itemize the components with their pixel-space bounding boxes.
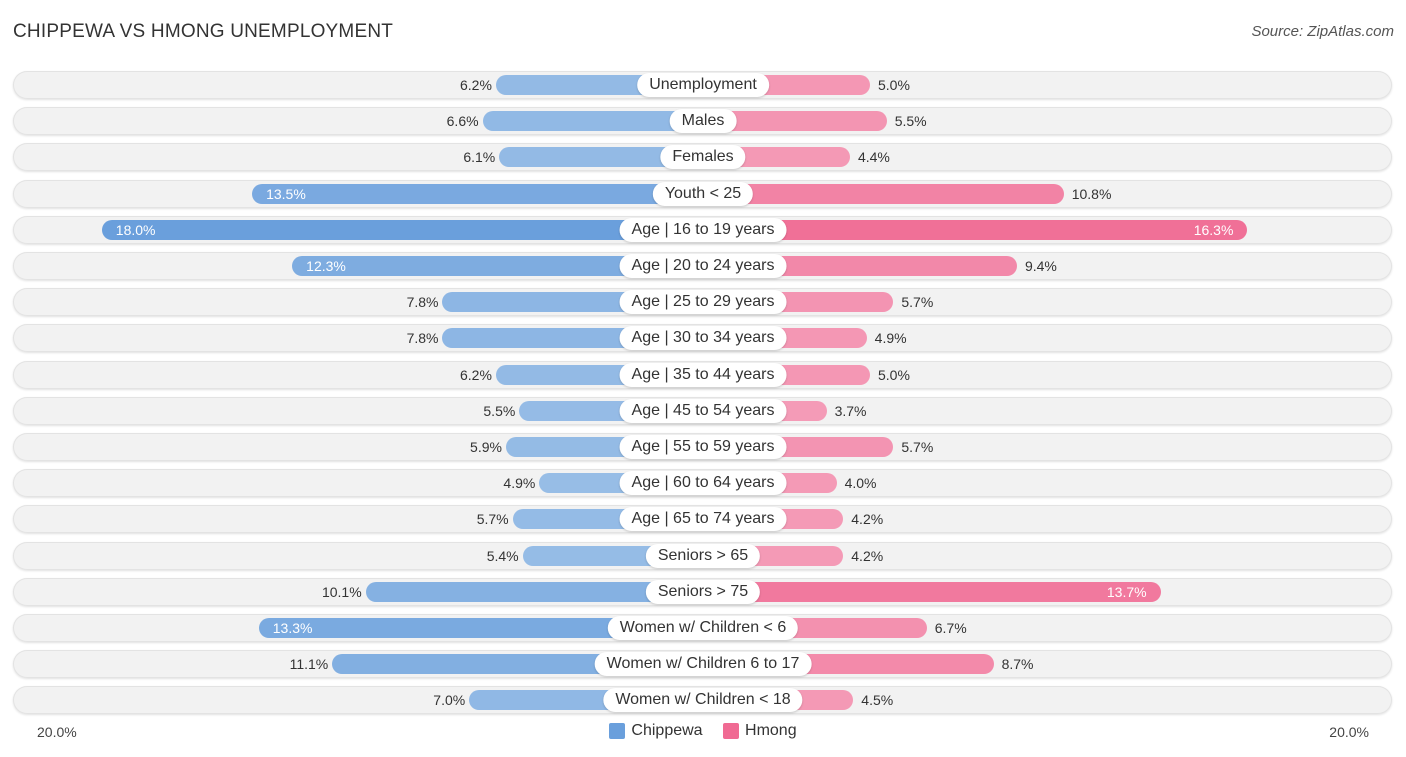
value-label-chippewa: 6.6% (446, 113, 479, 130)
category-label: Youth < 25 (652, 181, 754, 206)
value-label-chippewa: 5.9% (470, 439, 502, 455)
value-label-chippewa: 6.1% (463, 149, 496, 166)
bar-chippewa[interactable] (252, 183, 703, 204)
value-label-hmong: 16.3% (1193, 221, 1234, 238)
value-label-chippewa: 6.2% (460, 77, 492, 93)
value-label-chippewa: 5.7% (476, 511, 509, 528)
category-label: Females (660, 145, 746, 170)
bar-hmong[interactable] (703, 581, 1161, 602)
legend-label-hmong: Hmong (745, 722, 797, 739)
category-label: Age | 65 to 74 years (619, 507, 787, 532)
value-label-chippewa: 12.3% (306, 258, 346, 274)
value-label-hmong: 4.4% (857, 149, 890, 166)
value-label-hmong: 5.5% (894, 113, 927, 130)
value-label-chippewa: 5.5% (483, 402, 516, 419)
value-label-hmong: 9.4% (1024, 258, 1057, 274)
value-label-hmong: 5.7% (901, 439, 934, 455)
category-label: Women w/ Children < 18 (603, 688, 803, 713)
value-label-hmong: 10.8% (1071, 185, 1112, 202)
category-label: Age | 35 to 44 years (619, 362, 787, 387)
value-label-hmong: 4.2% (851, 511, 884, 528)
category-label: Seniors > 65 (645, 543, 761, 568)
value-label-hmong: 3.7% (834, 402, 867, 419)
value-label-chippewa: 7.0% (433, 692, 466, 709)
value-label-chippewa: 7.8% (406, 330, 439, 347)
chart-area: 6.2% 5.0% Unemployment 6.6% 5.5% Males 6.1% 4.4… (0, 0, 1406, 757)
value-label-hmong: 5.0% (878, 366, 910, 383)
category-label: Women w/ Children 6 to 17 (594, 652, 812, 677)
legend-swatch-hmong (723, 723, 740, 739)
value-label-chippewa: 4.9% (503, 475, 536, 492)
value-label-chippewa: 6.2% (460, 366, 492, 383)
value-label-chippewa: 5.4% (486, 547, 519, 564)
legend: Chippewa Hmong (0, 722, 1406, 744)
category-label: Age | 30 to 34 years (619, 326, 787, 351)
value-label-hmong: 6.7% (934, 620, 967, 636)
value-label-hmong: 4.5% (861, 692, 894, 709)
category-label: Males (669, 109, 737, 134)
category-label: Age | 20 to 24 years (619, 254, 787, 278)
value-label-hmong: 8.7% (1001, 656, 1034, 673)
value-label-hmong: 13.7% (1106, 583, 1147, 600)
category-label: Age | 16 to 19 years (619, 217, 787, 242)
category-label: Women w/ Children < 6 (607, 616, 799, 640)
value-label-chippewa: 11.1% (289, 656, 329, 673)
value-label-hmong: 4.0% (844, 475, 877, 492)
value-label-chippewa: 13.3% (272, 620, 313, 636)
bar-chippewa[interactable] (101, 219, 703, 240)
category-label: Seniors > 75 (645, 579, 761, 604)
value-label-hmong: 4.9% (874, 330, 907, 347)
value-label-hmong: 4.2% (851, 547, 884, 564)
value-label-hmong: 5.7% (901, 294, 934, 311)
legend-item-hmong[interactable]: Hmong (723, 722, 797, 740)
value-label-chippewa: 7.8% (406, 294, 439, 311)
category-label: Age | 55 to 59 years (619, 435, 787, 459)
category-label: Unemployment (637, 73, 769, 97)
value-label-chippewa: 13.5% (266, 185, 306, 202)
legend-label-chippewa: Chippewa (631, 722, 703, 739)
category-label: Age | 60 to 64 years (619, 471, 787, 496)
legend-item-chippewa[interactable]: Chippewa (609, 722, 703, 740)
category-label: Age | 25 to 29 years (619, 290, 787, 315)
value-label-chippewa: 18.0% (115, 221, 156, 238)
value-label-chippewa: 10.1% (321, 583, 362, 600)
legend-swatch-chippewa (609, 723, 626, 739)
value-label-hmong: 5.0% (878, 77, 910, 93)
bar-hmong[interactable] (703, 183, 1064, 204)
category-label: Age | 45 to 54 years (619, 398, 787, 423)
